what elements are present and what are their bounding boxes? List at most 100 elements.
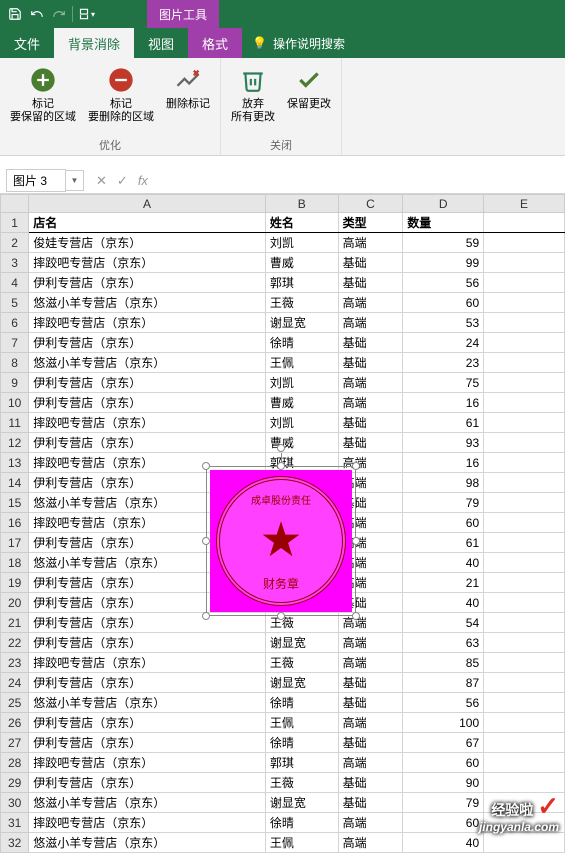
cell[interactable]: 王佩	[265, 713, 338, 733]
cell[interactable]: 高端	[338, 293, 403, 313]
cell[interactable]	[484, 393, 565, 413]
cell[interactable]: 高端	[338, 633, 403, 653]
cell[interactable]: 刘凯	[265, 413, 338, 433]
rotation-handle[interactable]	[277, 444, 285, 452]
cell[interactable]: 75	[403, 373, 484, 393]
cell[interactable]: 基础	[338, 273, 403, 293]
cell[interactable]: 伊利专营店（京东）	[29, 633, 266, 653]
cell[interactable]	[484, 333, 565, 353]
cell[interactable]: 98	[403, 473, 484, 493]
cell[interactable]: 基础	[338, 733, 403, 753]
cell[interactable]: 姓名	[265, 213, 338, 233]
cell[interactable]: 99	[403, 253, 484, 273]
row-header[interactable]: 26	[1, 713, 29, 733]
cell[interactable]: 基础	[338, 353, 403, 373]
delete-mark-button[interactable]: 删除标记	[164, 62, 212, 135]
cell[interactable]: 高端	[338, 393, 403, 413]
cell[interactable]: 徐晴	[265, 693, 338, 713]
cell[interactable]: 54	[403, 613, 484, 633]
cell[interactable]	[484, 733, 565, 753]
cell[interactable]: 53	[403, 313, 484, 333]
undo-icon[interactable]	[26, 3, 48, 25]
cell[interactable]: 23	[403, 353, 484, 373]
cell[interactable]: 60	[403, 753, 484, 773]
resize-handle[interactable]	[277, 612, 285, 620]
row-header[interactable]: 24	[1, 673, 29, 693]
column-header[interactable]: E	[484, 195, 565, 213]
cell[interactable]: 摔跤吧专营店（京东）	[29, 653, 266, 673]
cell[interactable]: 伊利专营店（京东）	[29, 373, 266, 393]
cell[interactable]	[484, 753, 565, 773]
cell[interactable]: 60	[403, 513, 484, 533]
cell[interactable]: 摔跤吧专营店（京东）	[29, 813, 266, 833]
cell[interactable]: 基础	[338, 333, 403, 353]
cell[interactable]	[484, 373, 565, 393]
cell[interactable]	[484, 253, 565, 273]
cell[interactable]: 摔跤吧专营店（京东）	[29, 413, 266, 433]
cell[interactable]: 伊利专营店（京东）	[29, 433, 266, 453]
cell[interactable]: 16	[403, 393, 484, 413]
cell[interactable]: 79	[403, 793, 484, 813]
row-header[interactable]: 16	[1, 513, 29, 533]
cell[interactable]: 61	[403, 533, 484, 553]
row-header[interactable]: 30	[1, 793, 29, 813]
cell[interactable]: 100	[403, 713, 484, 733]
cell[interactable]	[484, 213, 565, 233]
cell[interactable]	[484, 613, 565, 633]
cell[interactable]: 伊利专营店（京东）	[29, 773, 266, 793]
row-header[interactable]: 10	[1, 393, 29, 413]
cell[interactable]: 基础	[338, 673, 403, 693]
cell[interactable]: 曹威	[265, 393, 338, 413]
cell[interactable]	[484, 593, 565, 613]
inserted-picture-stamp[interactable]: 成卓股份责任 ★ 财务章	[206, 466, 356, 616]
cell[interactable]: 高端	[338, 373, 403, 393]
cell[interactable]: 59	[403, 233, 484, 253]
cell[interactable]: 79	[403, 493, 484, 513]
cell[interactable]: 21	[403, 573, 484, 593]
row-header[interactable]: 1	[1, 213, 29, 233]
cell[interactable]: 谢显宽	[265, 673, 338, 693]
cell[interactable]	[484, 413, 565, 433]
row-header[interactable]: 8	[1, 353, 29, 373]
cell[interactable]	[484, 293, 565, 313]
cell[interactable]: 85	[403, 653, 484, 673]
cell[interactable]: 刘凯	[265, 373, 338, 393]
cell[interactable]: 基础	[338, 693, 403, 713]
cell[interactable]	[484, 653, 565, 673]
cell[interactable]: 王薇	[265, 773, 338, 793]
cell[interactable]: 郭琪	[265, 273, 338, 293]
cell[interactable]: 摔跤吧专营店（京东）	[29, 253, 266, 273]
cell[interactable]	[484, 513, 565, 533]
resize-handle[interactable]	[352, 462, 360, 470]
row-header[interactable]: 3	[1, 253, 29, 273]
cell[interactable]	[484, 693, 565, 713]
tell-me-search[interactable]: 💡 操作说明搜索	[252, 28, 345, 58]
column-header[interactable]: D	[403, 195, 484, 213]
cell[interactable]: 谢显宽	[265, 313, 338, 333]
cell[interactable]: 类型	[338, 213, 403, 233]
row-header[interactable]: 25	[1, 693, 29, 713]
cell[interactable]: 徐晴	[265, 733, 338, 753]
name-box[interactable]: 图片 3	[6, 169, 66, 192]
cell[interactable]: 伊利专营店（京东）	[29, 713, 266, 733]
spreadsheet-grid[interactable]: A B C D E 1 店名 姓名 类型 数量 2 俊娃专营店（京东） 刘凯 高…	[0, 194, 565, 853]
discard-changes-button[interactable]: 放弃 所有更改	[229, 62, 277, 135]
resize-handle[interactable]	[202, 612, 210, 620]
cell[interactable]: 曹威	[265, 433, 338, 453]
tab-background-remove[interactable]: 背景消除	[54, 28, 134, 58]
resize-handle[interactable]	[202, 537, 210, 545]
row-header[interactable]: 31	[1, 813, 29, 833]
cell[interactable]: 高端	[338, 313, 403, 333]
cell[interactable]: 56	[403, 693, 484, 713]
cell[interactable]	[484, 573, 565, 593]
cell[interactable]: 56	[403, 273, 484, 293]
row-header[interactable]: 21	[1, 613, 29, 633]
cell[interactable]: 基础	[338, 793, 403, 813]
mark-remove-button[interactable]: 标记 要删除的区域	[86, 62, 156, 135]
row-header[interactable]: 23	[1, 653, 29, 673]
row-header[interactable]: 20	[1, 593, 29, 613]
row-header[interactable]: 9	[1, 373, 29, 393]
resize-handle[interactable]	[277, 462, 285, 470]
redo-icon[interactable]	[48, 3, 70, 25]
cell[interactable]: 王薇	[265, 293, 338, 313]
